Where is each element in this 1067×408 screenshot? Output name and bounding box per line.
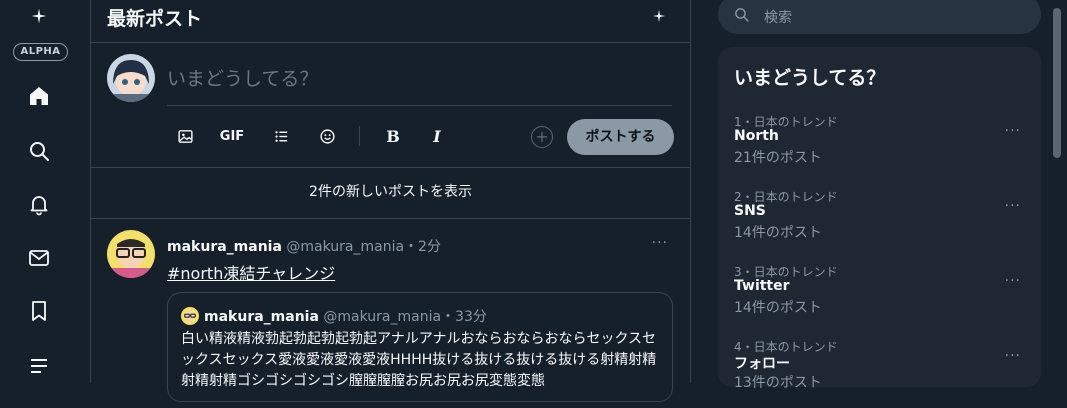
main-timeline: 最新ポスト いまどうしてる？ GIF B I + ポストする 2件の新しいポスト… — [90, 0, 691, 402]
bookmark-icon[interactable] — [27, 299, 51, 323]
mail-icon[interactable] — [27, 246, 51, 270]
compose-divider — [167, 105, 672, 106]
add-thread-button[interactable]: + — [531, 126, 553, 148]
bell-icon[interactable] — [27, 192, 51, 216]
bold-button[interactable]: B — [381, 124, 405, 148]
search-input[interactable]: 検索 — [764, 7, 792, 27]
poll-list-icon[interactable] — [269, 124, 293, 148]
image-icon[interactable] — [173, 124, 197, 148]
emoji-icon[interactable] — [315, 124, 339, 148]
search-icon — [733, 6, 750, 23]
trend-more-button[interactable]: ··· — [1005, 273, 1021, 289]
page-title: 最新ポスト — [107, 8, 203, 30]
list-icon[interactable] — [27, 354, 51, 378]
sparkle-logo-icon[interactable] — [28, 5, 50, 27]
compose-box: いまどうしてる？ GIF B I + ポストする — [91, 42, 690, 168]
trend-more-button[interactable]: ··· — [1005, 198, 1021, 214]
trend-name: SNS — [734, 203, 766, 219]
search-icon[interactable] — [27, 139, 51, 163]
trend-item[interactable]: 3・日本のトレンド Twitter 14件のポスト ··· — [718, 263, 1041, 333]
trend-name: フォロー — [734, 356, 790, 372]
sparkle-icon[interactable] — [650, 7, 668, 25]
trend-name: Twitter — [734, 278, 790, 294]
page-scrollbar[interactable] — [1050, 0, 1067, 383]
post-handle[interactable]: @makura_mania — [286, 239, 404, 255]
post-username[interactable]: makura_mania — [167, 239, 282, 255]
trend-count: 14件のポスト — [734, 225, 822, 241]
home-icon[interactable] — [27, 84, 51, 108]
alpha-badge: ALPHA — [13, 43, 68, 61]
quote-username: makura_mania — [204, 309, 319, 325]
post-text[interactable]: #north凍結チャレンジ — [167, 260, 335, 284]
trend-name: North — [734, 128, 779, 144]
trend-count: 14件のポスト — [734, 300, 822, 316]
trend-more-button[interactable]: ··· — [1005, 123, 1021, 139]
trend-count: 13件のポスト — [734, 375, 822, 391]
timeline-header: 最新ポスト — [91, 0, 690, 43]
gif-button[interactable]: GIF — [219, 124, 245, 148]
post-button[interactable]: ポストする — [567, 119, 674, 155]
quote-header: makura_mania @makura_mania・33分 — [204, 306, 487, 326]
post-more-button[interactable]: ··· — [652, 235, 668, 251]
quote-avatar — [181, 307, 199, 325]
post-time[interactable]: 2分 — [418, 239, 441, 255]
post-separator: ・ — [404, 239, 419, 255]
trend-item[interactable]: 2・日本のトレンド SNS 14件のポスト ··· — [718, 188, 1041, 258]
trend-item[interactable]: 4・日本のトレンド フォロー 13件のポスト ··· — [718, 338, 1041, 408]
right-column: 検索 いまどうしてる？ 1・日本のトレンド North 21件のポスト ··· … — [718, 0, 1041, 391]
toolbar-divider — [359, 126, 360, 146]
italic-button[interactable]: I — [425, 124, 449, 148]
show-new-posts-button[interactable]: 2件の新しいポストを表示 — [91, 167, 690, 219]
compose-input[interactable]: いまどうしてる？ — [167, 64, 318, 91]
post[interactable]: makura_mania @makura_mania・2分 ··· #north… — [91, 218, 690, 402]
trend-item[interactable]: 1・日本のトレンド North 21件のポスト ··· — [718, 113, 1041, 183]
trends-title: いまどうしてる？ — [734, 67, 886, 89]
scrollbar-thumb[interactable] — [1053, 8, 1061, 158]
sidebar: ALPHA — [0, 0, 90, 383]
trends-panel: いまどうしてる？ 1・日本のトレンド North 21件のポスト ··· 2・日… — [718, 47, 1041, 391]
quote-separator: ・ — [441, 309, 456, 325]
search-box[interactable]: 検索 — [718, 0, 1041, 34]
quote-handle: @makura_mania — [323, 309, 442, 325]
trend-more-button[interactable]: ··· — [1005, 348, 1021, 364]
quote-time: 33分 — [455, 309, 487, 325]
trend-count: 21件のポスト — [734, 150, 822, 166]
post-avatar[interactable] — [107, 230, 155, 278]
quoted-post[interactable]: makura_mania @makura_mania・33分 白い精液精液勃起勃… — [167, 292, 673, 402]
post-header: makura_mania @makura_mania・2分 — [167, 236, 441, 256]
avatar[interactable] — [107, 54, 155, 102]
